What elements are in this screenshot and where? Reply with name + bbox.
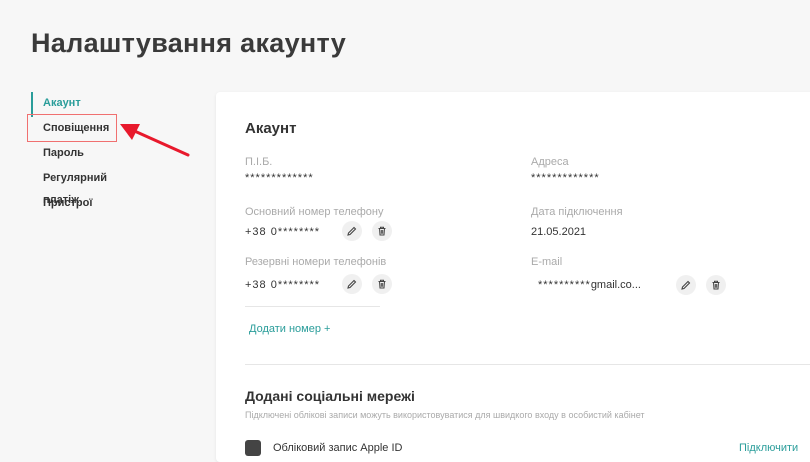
divider <box>245 306 380 307</box>
address-value: ************* <box>531 172 600 184</box>
main-phone-label: Основний номер телефону <box>245 206 384 218</box>
social-section-title: Додані соціальні мережі <box>245 388 415 404</box>
sidebar-item-password[interactable]: Пароль <box>31 142 131 167</box>
annotation-arrow-icon <box>120 124 190 157</box>
edit-reserve-phone-button[interactable] <box>342 274 362 294</box>
account-card: Акаунт П.І.Б. ************* Адреса *****… <box>216 92 810 462</box>
fio-value: ************* <box>245 172 314 184</box>
edit-main-phone-button[interactable] <box>342 221 362 241</box>
reserve-phone-value: +38 0******** <box>245 279 321 291</box>
email-value: **********gmail.co... <box>538 279 641 291</box>
pencil-icon <box>347 226 357 236</box>
pencil-icon <box>681 280 691 290</box>
address-label: Адреса <box>531 156 569 168</box>
delete-main-phone-button[interactable] <box>372 221 392 241</box>
email-label: E-mail <box>531 256 563 268</box>
section-divider <box>245 364 810 365</box>
annotation-highlight-box <box>27 114 117 142</box>
apple-id-label: Обліковий запис Apple ID <box>273 442 403 454</box>
fio-label: П.І.Б. <box>245 156 273 168</box>
main-phone-value: +38 0******** <box>245 226 321 238</box>
trash-icon <box>712 280 720 290</box>
sidebar-item-devices[interactable]: Пристрої <box>31 192 131 217</box>
delete-reserve-phone-button[interactable] <box>372 274 392 294</box>
settings-sidebar: Акаунт Сповіщення Пароль Регулярний плат… <box>31 92 131 217</box>
apple-icon <box>245 440 261 456</box>
connection-date-label: Дата підключення <box>531 206 623 218</box>
sidebar-item-regular-payment[interactable]: Регулярний платіж <box>31 167 131 206</box>
connect-apple-link[interactable]: Підключити <box>739 442 798 454</box>
page-title: Налаштування акаунту <box>31 28 347 58</box>
trash-icon <box>378 226 386 236</box>
edit-email-button[interactable] <box>676 275 696 295</box>
delete-email-button[interactable] <box>706 275 726 295</box>
pencil-icon <box>347 279 357 289</box>
connection-date-value: 21.05.2021 <box>531 226 587 238</box>
email-masked: ********** <box>538 279 591 291</box>
social-section-subtitle: Підключені облікові записи можуть викори… <box>245 410 645 420</box>
reserve-phones-label: Резервні номери телефонів <box>245 256 387 268</box>
trash-icon <box>378 279 386 289</box>
account-title: Акаунт <box>245 120 297 137</box>
add-phone-link[interactable]: Додати номер + <box>249 323 330 335</box>
email-domain: gmail.co... <box>590 279 641 291</box>
